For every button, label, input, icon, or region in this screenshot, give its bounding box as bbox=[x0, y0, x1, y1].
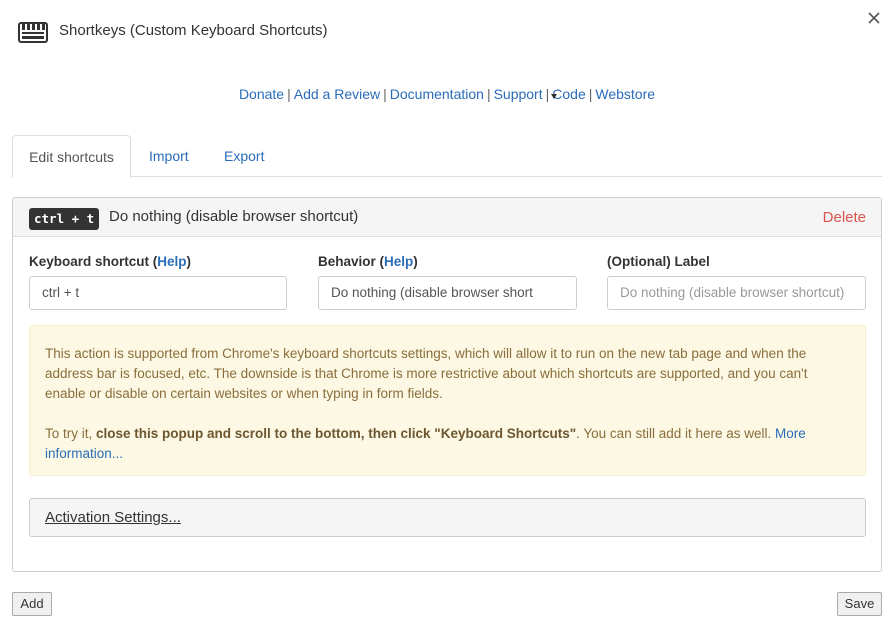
tab-bar: Edit shortcuts Import Export bbox=[12, 135, 882, 178]
activation-settings-panel[interactable]: Activation Settings... bbox=[29, 498, 866, 537]
shortcut-keys-badge: ctrl + t bbox=[29, 208, 100, 230]
tab-import[interactable]: Import bbox=[149, 135, 189, 177]
tab-edit-shortcuts[interactable]: Edit shortcuts bbox=[12, 135, 131, 178]
behavior-select[interactable]: Do nothing (disable browser short bbox=[318, 276, 577, 310]
link-separator: | bbox=[287, 86, 291, 102]
header: Shortkeys (Custom Keyboard Shortcuts) bbox=[0, 0, 894, 64]
alert-paragraph: This action is supported from Chrome's k… bbox=[45, 346, 808, 401]
donate-link[interactable]: Donate bbox=[239, 86, 284, 102]
activation-settings-link[interactable]: Activation Settings... bbox=[45, 509, 181, 526]
webstore-link[interactable]: Webstore bbox=[595, 86, 655, 102]
optional-label-label: (Optional) Label bbox=[607, 254, 710, 269]
behavior-help-link[interactable]: Help bbox=[384, 254, 413, 269]
keyboard-shortcut-input[interactable]: ctrl + t bbox=[29, 276, 287, 310]
behavior-label-text: Behavior bbox=[318, 254, 376, 269]
chevron-down-icon bbox=[551, 94, 557, 99]
documentation-link[interactable]: Documentation bbox=[390, 86, 484, 102]
shortcut-help-link[interactable]: Help bbox=[157, 254, 186, 269]
alert-try-prefix: To try it, bbox=[45, 426, 93, 441]
link-separator: | bbox=[486, 86, 491, 102]
link-separator: | bbox=[383, 86, 387, 102]
code-link[interactable]: Code bbox=[552, 86, 585, 102]
tab-export[interactable]: Export bbox=[224, 135, 264, 177]
keyboard-shortcut-label: Keyboard shortcut (Help) bbox=[29, 254, 192, 269]
behavior-label: Behavior (Help) bbox=[318, 254, 418, 269]
links-bar: Donate | Add a Review | Documentation | Suppor… bbox=[0, 86, 894, 102]
link-separator: | bbox=[588, 86, 593, 102]
link-separator: | bbox=[545, 86, 550, 102]
add-review-link[interactable]: Add a Review bbox=[294, 86, 380, 102]
shortcut-panel-header[interactable]: ctrl + t Do nothing (disable browser sho… bbox=[13, 198, 881, 237]
alert-try-paragraph: To try it, close this popup and scroll t… bbox=[45, 424, 850, 464]
shortcut-title: Do nothing (disable browser shortcut) bbox=[109, 208, 359, 225]
label-input[interactable]: Do nothing (disable browser shortcut) bbox=[607, 276, 866, 310]
support-link[interactable]: Support bbox=[494, 86, 543, 102]
add-button[interactable]: Add bbox=[12, 592, 52, 616]
delete-link[interactable]: Delete bbox=[823, 209, 866, 226]
app-title: Shortkeys (Custom Keyboard Shortcuts) bbox=[59, 22, 328, 39]
keyboard-shortcut-label-text: Keyboard shortcut bbox=[29, 254, 150, 269]
alert-try-suffix: . You can still add it here as well. bbox=[576, 426, 772, 441]
close-icon[interactable] bbox=[866, 10, 882, 26]
info-alert: This action is supported from Chrome's k… bbox=[29, 325, 866, 476]
keyboard-icon bbox=[18, 20, 48, 44]
save-button[interactable]: Save bbox=[837, 592, 882, 616]
alert-try-instructions: close this popup and scroll to the botto… bbox=[96, 426, 577, 441]
shortcut-panel: ctrl + t Do nothing (disable browser sho… bbox=[12, 197, 882, 572]
